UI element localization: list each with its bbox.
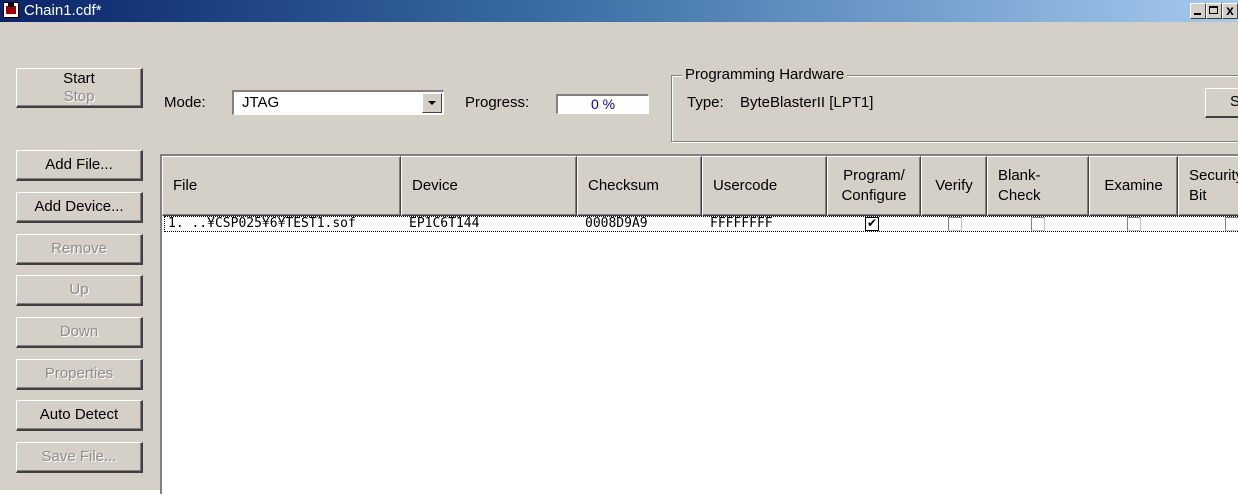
- add-file-button[interactable]: Add File...: [16, 150, 143, 181]
- examine-checkbox[interactable]: [1127, 217, 1141, 231]
- security-bit-checkbox[interactable]: [1225, 217, 1238, 231]
- programming-hardware-title: Programming Hardware: [682, 66, 848, 83]
- mode-select-value: JTAG: [242, 94, 280, 111]
- hardware-type-value: ByteBlasterII [LPT1]: [740, 94, 874, 111]
- app-icon: [3, 2, 19, 18]
- title-bar[interactable]: Chain1.cdf* x: [0, 0, 1238, 22]
- verify-checkbox[interactable]: [948, 217, 962, 231]
- maximize-button[interactable]: [1206, 3, 1222, 19]
- column-header-security-bit[interactable]: Security Bit: [1178, 156, 1238, 216]
- start-button[interactable]: Start Stop: [16, 68, 143, 108]
- hardware-setup-button[interactable]: Setup...: [1205, 88, 1238, 118]
- program-configure-checkbox[interactable]: ✔: [865, 217, 879, 231]
- up-button[interactable]: Up: [16, 275, 143, 306]
- column-header-file[interactable]: File: [162, 156, 401, 216]
- column-header-device[interactable]: Device: [401, 156, 577, 216]
- stop-button[interactable]: Stop: [17, 88, 141, 106]
- column-header-usercode[interactable]: Usercode: [702, 156, 827, 216]
- row-usercode: FFFFFFFF: [710, 216, 773, 231]
- hardware-type-label: Type:: [687, 94, 724, 111]
- row-device: EP1C6T144: [409, 216, 480, 231]
- device-chain-table[interactable]: File Device Checksum Usercode Program/ C…: [160, 154, 1238, 494]
- down-button[interactable]: Down: [16, 317, 143, 348]
- auto-detect-button[interactable]: Auto Detect: [16, 400, 143, 431]
- column-header-blank-line2: Check: [998, 187, 1041, 204]
- programmer-window: Chain1.cdf* x Start Stop Add File... Add…: [0, 0, 1238, 494]
- add-device-button[interactable]: Add Device...: [16, 192, 143, 223]
- window-title: Chain1.cdf*: [24, 2, 102, 19]
- properties-button[interactable]: Properties: [16, 359, 143, 390]
- save-file-button[interactable]: Save File...: [16, 442, 143, 473]
- column-header-security-line2: Bit: [1189, 187, 1207, 204]
- minimize-button[interactable]: [1190, 3, 1206, 19]
- column-header-blank-line1: Blank-: [998, 167, 1041, 184]
- chevron-down-icon[interactable]: [422, 93, 442, 113]
- column-header-checksum[interactable]: Checksum: [577, 156, 702, 216]
- mode-label: Mode:: [164, 94, 206, 111]
- row-file: 1. ..¥CSP025¥6¥TEST1.sof: [168, 216, 356, 231]
- progress-bar: 0 %: [556, 94, 649, 114]
- mode-select[interactable]: JTAG: [232, 90, 444, 115]
- column-header-examine[interactable]: Examine: [1089, 156, 1178, 216]
- progress-label: Progress:: [465, 94, 530, 111]
- column-header-security-line1: Security: [1189, 167, 1238, 184]
- column-header-program-configure[interactable]: Program/ Configure: [827, 156, 921, 216]
- row-checksum: 0008D9A9: [585, 216, 648, 231]
- close-button[interactable]: x: [1222, 3, 1238, 19]
- remove-button[interactable]: Remove: [16, 234, 143, 265]
- start-button-label: Start: [63, 70, 95, 87]
- column-header-blank-check[interactable]: Blank- Check: [987, 156, 1089, 216]
- blank-check-checkbox[interactable]: [1031, 217, 1045, 231]
- column-header-program-line2: Configure: [841, 187, 907, 204]
- column-header-verify[interactable]: Verify: [921, 156, 987, 216]
- column-header-program-line1: Program/: [843, 167, 905, 184]
